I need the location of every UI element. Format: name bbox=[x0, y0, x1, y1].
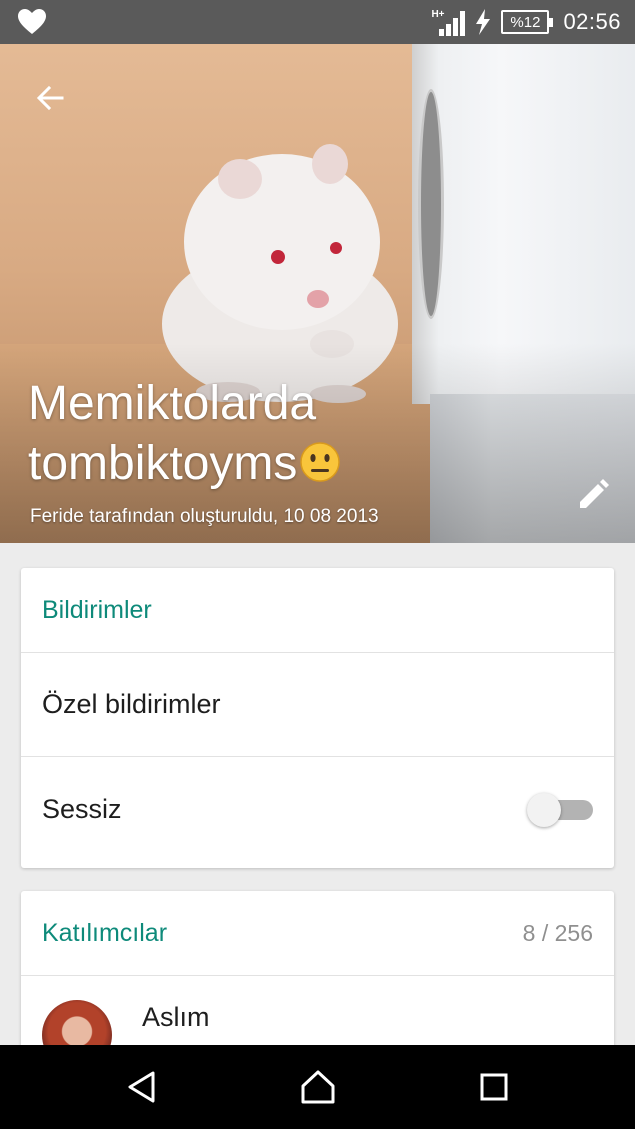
participants-header: Katılımcılar 8 / 256 bbox=[21, 891, 614, 976]
group-name: Memiktolarda tombiktoyms bbox=[28, 374, 568, 494]
group-created-by: Feride tarafından oluşturuldu, 10 08 201… bbox=[30, 506, 379, 527]
custom-notifications-label: Özel bildirimler bbox=[42, 689, 221, 719]
mute-toggle-thumb bbox=[527, 793, 561, 827]
navigation-bar bbox=[0, 1045, 635, 1129]
participants-count: 8 / 256 bbox=[522, 919, 593, 946]
back-button[interactable] bbox=[26, 74, 74, 122]
mute-label: Sessiz bbox=[42, 793, 122, 824]
photo-roll-core bbox=[418, 89, 444, 319]
participant-row[interactable]: Aslım bbox=[21, 976, 614, 1051]
pencil-icon bbox=[580, 479, 609, 508]
avatar[interactable] bbox=[42, 1000, 112, 1051]
group-photo-header[interactable]: Memiktolarda tombiktoyms Feride tarafınd… bbox=[0, 44, 635, 543]
arrow-back-icon bbox=[36, 85, 64, 111]
battery-level: %12 bbox=[510, 13, 541, 31]
edit-group-button[interactable] bbox=[570, 472, 616, 518]
clock: 02:56 bbox=[563, 9, 621, 34]
notifications-card: Bildirimler Özel bildirimler Sessiz bbox=[21, 568, 614, 868]
neutral-face-emoji-icon bbox=[300, 442, 341, 482]
heart-icon bbox=[18, 9, 46, 34]
back-triangle-icon bbox=[128, 1071, 155, 1103]
notifications-heading: Bildirimler bbox=[42, 595, 152, 624]
notifications-header: Bildirimler bbox=[21, 568, 614, 653]
mute-item[interactable]: Sessiz bbox=[21, 757, 614, 861]
home-icon bbox=[301, 1070, 335, 1104]
nav-recents-button[interactable] bbox=[470, 1063, 518, 1111]
group-name-text: Memiktolarda tombiktoyms bbox=[28, 377, 317, 490]
nav-back-button[interactable] bbox=[118, 1063, 166, 1111]
participant-name: Aslım bbox=[142, 1002, 210, 1032]
participants-heading: Katılımcılar bbox=[42, 918, 168, 947]
recents-square-icon bbox=[480, 1073, 508, 1101]
signal-icon: H+ bbox=[431, 7, 466, 37]
participants-card: Katılımcılar 8 / 256 Aslım bbox=[21, 891, 614, 1051]
charging-bolt-icon bbox=[476, 9, 491, 35]
status-icons: H+ %12 02:56 bbox=[431, 0, 621, 44]
battery-icon: %12 bbox=[501, 10, 554, 34]
nav-home-button[interactable] bbox=[294, 1063, 342, 1111]
custom-notifications-item[interactable]: Özel bildirimler bbox=[21, 653, 614, 757]
mute-toggle[interactable] bbox=[527, 791, 593, 827]
status-bar: H+ %12 02:56 bbox=[0, 0, 635, 44]
